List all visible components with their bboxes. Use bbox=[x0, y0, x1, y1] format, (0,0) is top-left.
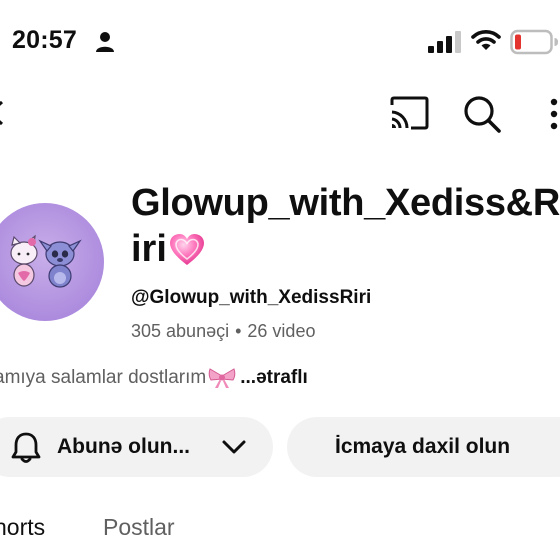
join-community-label: İcmaya daxil olun bbox=[335, 435, 511, 458]
status-time: 20:57 bbox=[12, 26, 77, 54]
more-link[interactable]: ...ətraflı bbox=[240, 367, 308, 389]
cast-icon[interactable] bbox=[389, 96, 429, 130]
avatar-characters-icon bbox=[10, 234, 82, 288]
battery-low-icon bbox=[510, 29, 558, 55]
description-text: amıya salamlar dostlarım bbox=[0, 367, 207, 388]
stats-separator: • bbox=[235, 321, 242, 341]
subscribe-label: Abunə olun... bbox=[57, 435, 190, 458]
channel-title-continued: iri bbox=[131, 226, 205, 272]
heart-icon bbox=[169, 234, 204, 265]
subscriber-count: 305 abunəçi bbox=[131, 321, 230, 341]
channel-handle: @Glowup_with_XedissRiri bbox=[131, 287, 372, 308]
chevron-down-icon bbox=[222, 440, 246, 454]
person-icon bbox=[96, 32, 114, 52]
video-count: 26 video bbox=[247, 321, 316, 341]
more-vertical-icon[interactable] bbox=[548, 98, 560, 130]
tab-posts[interactable]: Postlar bbox=[103, 514, 175, 541]
signal-icon bbox=[428, 31, 461, 53]
channel-stats: 305 abunəçi • 26 video bbox=[131, 321, 315, 342]
channel-avatar[interactable] bbox=[0, 203, 104, 321]
bell-icon bbox=[11, 432, 41, 463]
channel-description[interactable]: amıya salamlar dostlarım ...ətraflı bbox=[0, 367, 308, 389]
join-community-button[interactable]: İcmaya daxil olun bbox=[287, 417, 560, 477]
tab-shorts[interactable]: horts bbox=[0, 514, 45, 541]
ribbon-bow-icon bbox=[208, 368, 236, 388]
search-icon[interactable] bbox=[462, 94, 502, 134]
subscribe-button[interactable]: Abunə olun... bbox=[0, 417, 273, 477]
channel-title: Glowup_with_Xediss&Riri bbox=[131, 182, 560, 224]
channel-title-tail: iri bbox=[131, 228, 167, 270]
wifi-icon bbox=[471, 30, 501, 50]
back-icon[interactable] bbox=[0, 100, 4, 126]
